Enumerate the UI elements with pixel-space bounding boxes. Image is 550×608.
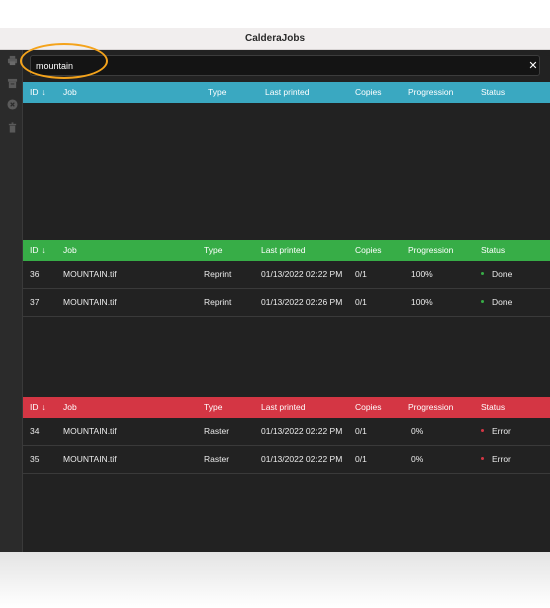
- column-progression[interactable]: Progression: [408, 240, 453, 261]
- cell-job: MOUNTAIN.tif: [63, 297, 117, 307]
- cell-job: MOUNTAIN.tif: [63, 426, 117, 436]
- table-row[interactable]: 37 MOUNTAIN.tif Reprint 01/13/2022 02:26…: [23, 289, 550, 317]
- search-bar: ✕: [23, 52, 550, 78]
- column-copies[interactable]: Copies: [355, 240, 381, 261]
- cell-job: MOUNTAIN.tif: [63, 269, 117, 279]
- cell-id: 35: [30, 454, 40, 464]
- window-title: CalderaJobs: [0, 28, 550, 50]
- column-status[interactable]: Status: [481, 240, 505, 261]
- column-id[interactable]: ID ↓: [30, 82, 46, 103]
- cell-id: 34: [30, 426, 40, 436]
- cell-status: Error: [481, 446, 511, 473]
- cell-type: Reprint: [204, 269, 232, 279]
- left-toolbar: [0, 50, 23, 552]
- cell-status: Error: [481, 418, 511, 445]
- cancel-circle-icon[interactable]: [6, 98, 18, 110]
- search-input[interactable]: [30, 55, 540, 76]
- column-copies[interactable]: Copies: [355, 397, 381, 418]
- table-row[interactable]: 35 MOUNTAIN.tif Raster 01/13/2022 02:22 …: [23, 446, 550, 474]
- sort-down-icon: ↓: [41, 245, 46, 255]
- column-copies[interactable]: Copies: [355, 82, 381, 103]
- cell-type: Raster: [204, 426, 230, 436]
- cell-copies: 0/1: [355, 297, 367, 307]
- column-last-printed[interactable]: Last printed: [265, 82, 309, 103]
- cell-last-printed: 01/13/2022 02:22 PM: [261, 426, 343, 436]
- table-row[interactable]: 34 MOUNTAIN.tif Raster 01/13/2022 02:22 …: [23, 418, 550, 446]
- cell-copies: 0/1: [355, 454, 367, 464]
- printed-table: ID ↓ Job Type Last printed Copies Progres…: [23, 240, 550, 317]
- error-table: ID ↓ Job Type Last printed Copies Progres…: [23, 397, 550, 474]
- sort-down-icon: ↓: [41, 402, 46, 412]
- column-id[interactable]: ID ↓: [30, 397, 46, 418]
- cell-last-printed: 01/13/2022 02:22 PM: [261, 454, 343, 464]
- column-job[interactable]: Job: [63, 82, 77, 103]
- archive-icon[interactable]: [6, 77, 18, 89]
- column-status[interactable]: Status: [481, 82, 505, 103]
- cell-id: 37: [30, 297, 40, 307]
- column-job[interactable]: Job: [63, 397, 77, 418]
- cell-type: Reprint: [204, 297, 232, 307]
- cell-last-printed: 01/13/2022 02:26 PM: [261, 297, 343, 307]
- column-type[interactable]: Type: [208, 82, 226, 103]
- cell-last-printed: 01/13/2022 02:22 PM: [261, 269, 343, 279]
- trash-icon[interactable]: [6, 121, 18, 133]
- sort-down-icon: ↓: [41, 87, 46, 97]
- column-type[interactable]: Type: [204, 240, 222, 261]
- column-type[interactable]: Type: [204, 397, 222, 418]
- cell-id: 36: [30, 269, 40, 279]
- window-shadow: [0, 552, 550, 608]
- clear-search-button[interactable]: ✕: [527, 60, 539, 72]
- cell-job: MOUNTAIN.tif: [63, 454, 117, 464]
- column-status[interactable]: Status: [481, 397, 505, 418]
- status-dot: [481, 457, 484, 461]
- column-last-printed[interactable]: Last printed: [261, 397, 305, 418]
- cell-copies: 0/1: [355, 269, 367, 279]
- printed-table-header: ID ↓ Job Type Last printed Copies Progres…: [23, 240, 550, 261]
- status-dot: [481, 429, 484, 433]
- status-dot: [481, 272, 484, 276]
- cell-copies: 0/1: [355, 426, 367, 436]
- cell-type: Raster: [204, 454, 230, 464]
- queue-table-header: ID ↓ Job Type Last printed Copies Progres…: [23, 82, 550, 103]
- column-progression[interactable]: Progression: [408, 82, 453, 103]
- column-id[interactable]: ID ↓: [30, 240, 46, 261]
- cell-progression: 0%: [411, 454, 424, 464]
- queue-table: ID ↓ Job Type Last printed Copies Progres…: [23, 82, 550, 103]
- table-row[interactable]: 36 MOUNTAIN.tif Reprint 01/13/2022 02:22…: [23, 261, 550, 289]
- cell-progression: 100%: [411, 269, 433, 279]
- error-table-header: ID ↓ Job Type Last printed Copies Progres…: [23, 397, 550, 418]
- column-last-printed[interactable]: Last printed: [261, 240, 305, 261]
- status-dot: [481, 300, 484, 304]
- printer-icon[interactable]: [6, 54, 18, 66]
- cell-status: Done: [481, 289, 512, 316]
- column-progression[interactable]: Progression: [408, 397, 453, 418]
- cell-progression: 100%: [411, 297, 433, 307]
- column-job[interactable]: Job: [63, 240, 77, 261]
- cell-progression: 0%: [411, 426, 424, 436]
- cell-status: Done: [481, 261, 512, 288]
